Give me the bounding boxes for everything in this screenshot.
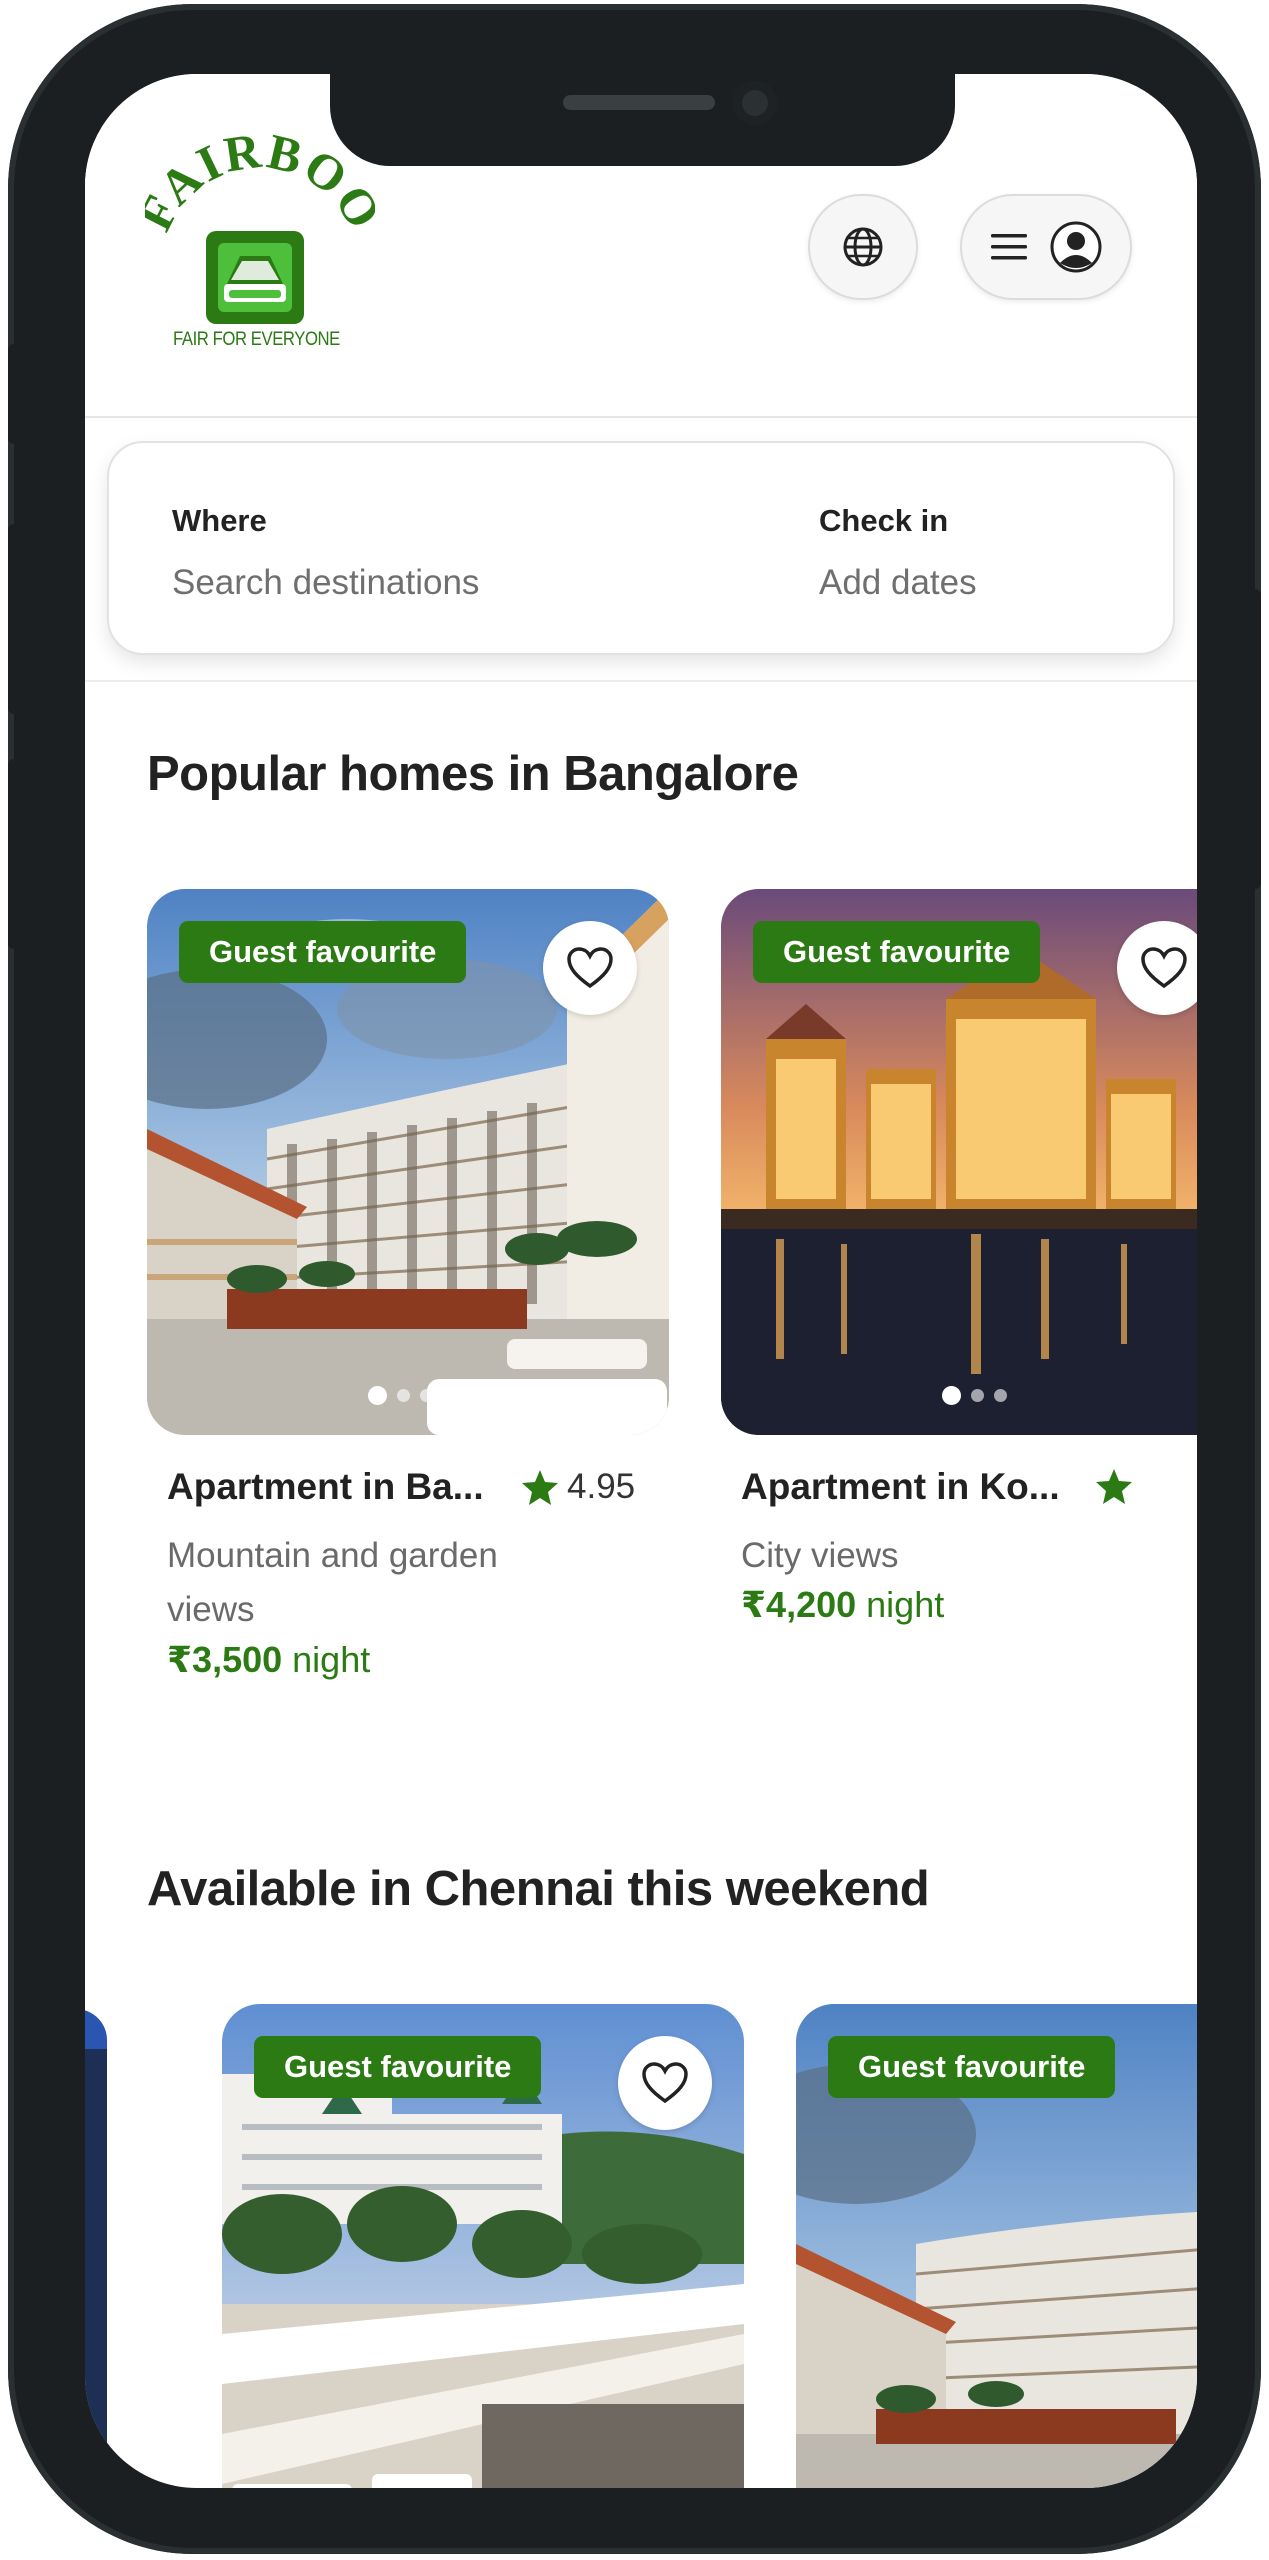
listing-card-image[interactable]: Guest favourite — [147, 889, 669, 1435]
listing-title[interactable]: Apartment in Ko... — [741, 1466, 1060, 1508]
heart-icon — [642, 2062, 688, 2104]
svg-text:FAIRBOO: FAIRBOO — [145, 134, 375, 239]
listing-card-image[interactable] — [85, 2009, 107, 2488]
listing-rating: 4.95 — [521, 1467, 635, 1507]
star-icon — [522, 1470, 558, 1505]
user-circle-icon — [1050, 221, 1102, 273]
front-camera — [733, 81, 777, 125]
wishlist-button[interactable] — [618, 2036, 712, 2130]
guest-favourite-badge: Guest favourite — [179, 921, 467, 983]
listing-subtitle: Mountain and garden views — [167, 1536, 498, 1629]
pagination-dot[interactable] — [397, 1389, 410, 1402]
listing-price: ₹3,500 night — [167, 1639, 370, 1681]
listing-card-image[interactable]: Guest favourite — [796, 2004, 1197, 2488]
listing-title[interactable]: Apartment in Ba... — [167, 1466, 484, 1508]
section-title-bangalore: Popular homes in Bangalore — [147, 747, 799, 801]
user-menu-button[interactable] — [960, 194, 1132, 300]
price-amount: ₹3,500 — [167, 1639, 283, 1680]
pagination-dot-active[interactable] — [368, 1386, 387, 1405]
pagination-dot-active[interactable] — [942, 1386, 961, 1405]
guest-favourite-badge: Guest favourite — [254, 2036, 542, 2098]
search-bar[interactable]: Where Search destinations Check in Add d… — [107, 441, 1175, 655]
pagination-dot[interactable] — [994, 1389, 1007, 1402]
heart-icon — [1141, 947, 1187, 989]
hamburger-icon — [991, 234, 1027, 260]
guest-favourite-badge: Guest favourite — [753, 921, 1041, 983]
listing-card-image[interactable]: Guest favourite — [721, 889, 1197, 1435]
search-divider — [85, 680, 1197, 682]
star-icon — [1096, 1469, 1132, 1504]
speaker — [563, 95, 715, 110]
where-input[interactable]: Search destinations — [172, 563, 479, 603]
language-button[interactable] — [808, 194, 918, 300]
listing-card-image[interactable]: Guest favourite — [222, 2004, 744, 2488]
pagination-dot[interactable] — [971, 1389, 984, 1402]
mute-switch — [8, 344, 22, 444]
phone-screen: FAIRBOO FAIR FOR EVERYONE — [85, 74, 1197, 2488]
pagination-dot[interactable] — [420, 1389, 433, 1402]
logo-graphic: FAIRBOO — [126, 122, 391, 324]
checkin-label: Check in — [819, 503, 949, 538]
listing-photo — [85, 2049, 107, 2488]
listing-subtitle: City views — [741, 1536, 899, 1575]
volume-up-button — [8, 524, 22, 714]
volume-down-button — [8, 759, 22, 949]
price-unit: night — [866, 1584, 945, 1625]
logo-tagline: FAIR FOR EVERYONE — [173, 329, 340, 350]
price-unit: night — [292, 1639, 371, 1680]
globe-icon — [843, 227, 883, 267]
fairboo-logo[interactable]: FAIRBOO FAIR FOR EVERYONE — [126, 122, 391, 354]
notch — [330, 74, 955, 166]
power-button — [1247, 589, 1261, 889]
image-pagination-dots[interactable] — [368, 1386, 433, 1405]
where-label: Where — [172, 503, 267, 538]
listing-price: ₹4,200 night — [741, 1584, 944, 1626]
guest-favourite-badge: Guest favourite — [828, 2036, 1116, 2098]
listing-rating — [1095, 1467, 1133, 1505]
phone-frame: FAIRBOO FAIR FOR EVERYONE — [8, 4, 1261, 2554]
rating-value: 4.95 — [567, 1467, 636, 1506]
heart-icon — [567, 947, 613, 989]
price-amount: ₹4,200 — [741, 1584, 857, 1625]
checkin-input[interactable]: Add dates — [819, 563, 977, 603]
section-title-chennai: Available in Chennai this weekend — [147, 1862, 930, 1916]
image-pagination-dots[interactable] — [942, 1386, 1007, 1405]
wishlist-button[interactable] — [543, 921, 637, 1015]
